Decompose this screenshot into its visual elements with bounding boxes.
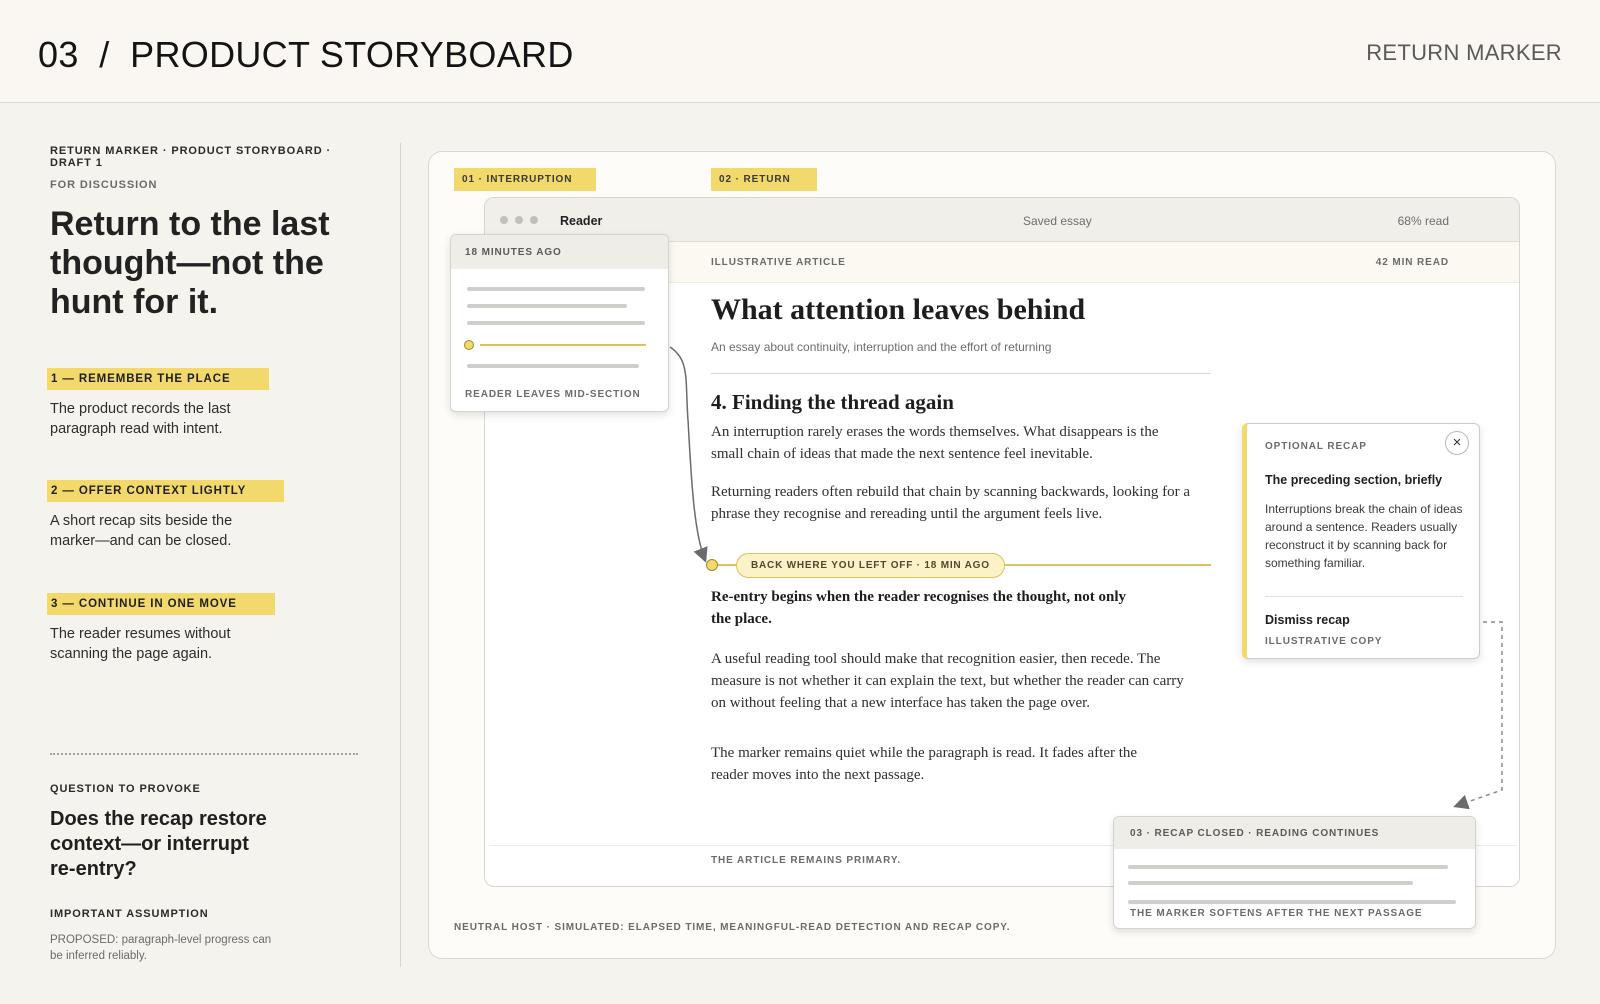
interruption-to-marker-arrow [669,346,708,563]
recap-to-closed-arrow [1453,621,1503,810]
connector-arrows [669,346,1503,810]
